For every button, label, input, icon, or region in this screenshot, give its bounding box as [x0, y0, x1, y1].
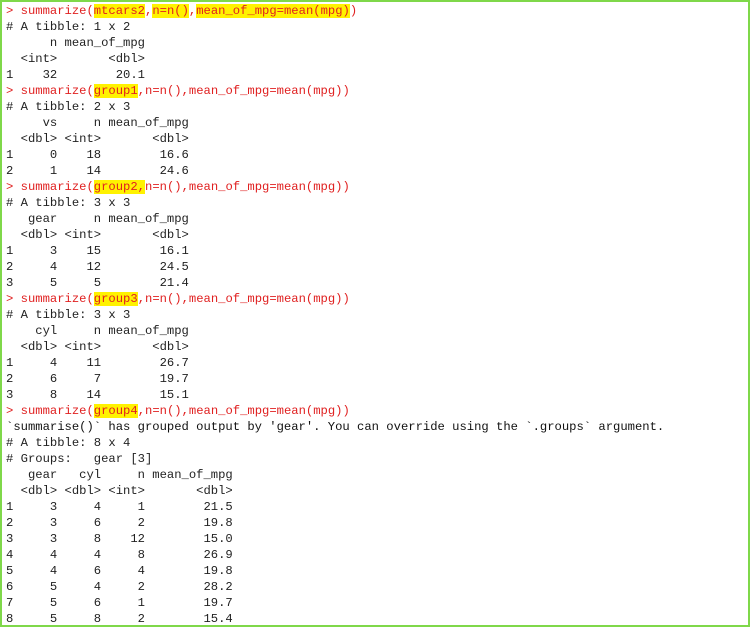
console-lines: > summarize(mtcars2,n=n(),mean_of_mpg=me… [2, 2, 748, 626]
output-line: # A tibble: 8 x 4 [6, 436, 131, 450]
output-line: 3 3 8 12 15.0 [6, 532, 233, 546]
output-line: 3 5 5 21.4 [6, 276, 189, 290]
output-line: 1 3 4 1 21.5 [6, 500, 233, 514]
command-line: > summarize(group2,n=n(),mean_of_mpg=mea… [6, 179, 748, 195]
output-line: gear cyl n mean_of_mpg [6, 468, 233, 482]
output-line: <int> <dbl> [6, 52, 145, 66]
command-line: > summarize(group4,n=n(),mean_of_mpg=mea… [6, 403, 748, 419]
r-console-output[interactable]: > summarize(mtcars2,n=n(),mean_of_mpg=me… [0, 0, 750, 627]
output-line: # A tibble: 3 x 3 [6, 308, 131, 322]
highlighted-code: group1 [93, 84, 138, 98]
output-line: 2 3 6 2 19.8 [6, 516, 233, 530]
output-line: <dbl> <dbl> <int> <dbl> [6, 484, 233, 498]
command-line: > summarize(group3,n=n(),mean_of_mpg=mea… [6, 291, 748, 307]
highlighted-code: group2, [93, 180, 145, 194]
command-code: summarize( [20, 180, 94, 194]
command-code: n=n(),mean_of_mpg=mean(mpg)) [145, 180, 350, 194]
highlighted-code: group3 [93, 292, 138, 306]
output-line: # A tibble: 3 x 3 [6, 196, 131, 210]
output-line: # Groups: gear [3] [6, 452, 153, 466]
output-line: 1 4 11 26.7 [6, 356, 189, 370]
highlighted-code: n=n() [152, 4, 189, 18]
output-line: vs n mean_of_mpg [6, 116, 189, 130]
output-line: 1 3 15 16.1 [6, 244, 189, 258]
output-line: 1 32 20.1 [6, 68, 145, 82]
console-prompt: > [6, 84, 14, 98]
command-code: ) [349, 4, 358, 18]
output-line: 2 6 7 19.7 [6, 372, 189, 386]
output-line: <dbl> <int> <dbl> [6, 132, 189, 146]
output-line: 2 1 14 24.6 [6, 164, 189, 178]
output-line: 7 5 6 1 19.7 [6, 596, 233, 610]
console-prompt: > [6, 292, 14, 306]
output-line: # A tibble: 1 x 2 [6, 20, 131, 34]
command-code: summarize( [20, 84, 94, 98]
command-line: > summarize(group1,n=n(),mean_of_mpg=mea… [6, 83, 748, 99]
command-code: summarize( [20, 292, 94, 306]
command-code: ,n=n(),mean_of_mpg=mean(mpg)) [137, 292, 350, 306]
output-line: # A tibble: 2 x 3 [6, 100, 131, 114]
command-code: ,n=n(),mean_of_mpg=mean(mpg)) [137, 84, 350, 98]
message-line: `summarise()` has grouped output by 'gea… [6, 420, 665, 434]
output-line: 4 4 4 8 26.9 [6, 548, 233, 562]
console-prompt: > [6, 404, 14, 418]
command-code: summarize( [20, 4, 94, 18]
output-line: <dbl> <int> <dbl> [6, 340, 189, 354]
output-line: 5 4 6 4 19.8 [6, 564, 233, 578]
output-line: 2 4 12 24.5 [6, 260, 189, 274]
console-prompt: > [6, 4, 14, 18]
output-line: gear n mean_of_mpg [6, 212, 189, 226]
console-prompt: > [6, 180, 14, 194]
output-line: 8 5 8 2 15.4 [6, 612, 233, 626]
highlighted-code: group4 [93, 404, 138, 418]
output-line: cyl n mean_of_mpg [6, 324, 189, 338]
command-code: summarize( [20, 404, 94, 418]
command-line: > summarize(mtcars2,n=n(),mean_of_mpg=me… [6, 3, 748, 19]
highlighted-code: mtcars2 [93, 4, 145, 18]
output-line: 3 8 14 15.1 [6, 388, 189, 402]
output-line: <dbl> <int> <dbl> [6, 228, 189, 242]
output-line: 6 5 4 2 28.2 [6, 580, 233, 594]
highlighted-code: mean_of_mpg=mean(mpg) [196, 4, 350, 18]
output-line: n mean_of_mpg [6, 36, 145, 50]
output-line: 1 0 18 16.6 [6, 148, 189, 162]
command-code: ,n=n(),mean_of_mpg=mean(mpg)) [137, 404, 350, 418]
